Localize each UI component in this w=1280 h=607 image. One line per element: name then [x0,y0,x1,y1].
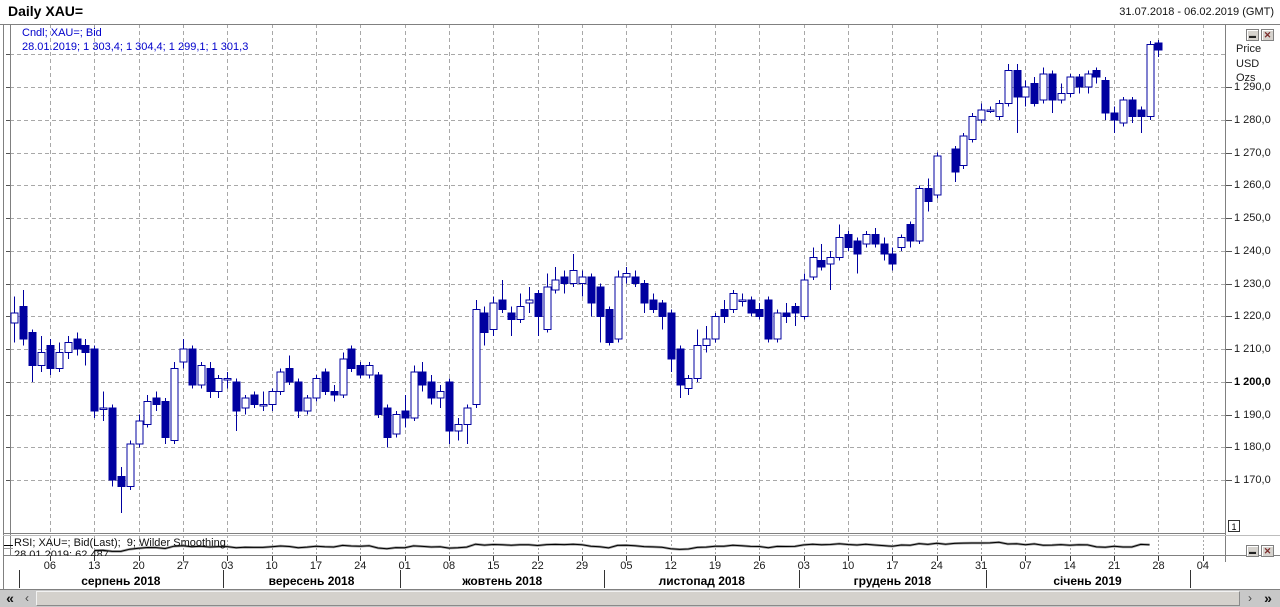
rsi-legend: RSI; XAU=; Bid(Last); 9; Wilder Smoothin… [14,537,226,549]
chart-plot-area[interactable] [0,0,1280,607]
date-tick-label: 03 [797,560,810,572]
price-tick-label: 1 210,0 [1234,343,1271,355]
price-tick-label: 1 260,0 [1234,179,1271,191]
rsi-close-icon[interactable]: ✕ [1261,545,1274,557]
axis-unit-ozs: Ozs [1236,72,1256,84]
date-tick-label: 24 [930,560,943,572]
month-label: листопад 2018 [658,574,745,588]
date-tick-label: 29 [575,560,589,572]
price-tick-label: 1 240,0 [1234,245,1271,257]
date-tick-label: 08 [442,560,456,572]
date-tick-label: 17 [886,560,899,572]
month-label: січень 2019 [1053,574,1122,588]
price-tick-label: 1 180,0 [1234,441,1271,453]
date-tick-label: 27 [176,560,190,572]
date-tick-label: 19 [708,560,722,572]
horizontal-scrollbar[interactable]: « ‹ › » [0,590,1280,607]
date-tick-label: 10 [841,560,855,572]
month-label: жовтень 2018 [462,574,543,588]
date-tick-label: 14 [1063,560,1076,572]
rsi-minimize-button[interactable]: ▬ [1246,545,1259,557]
date-tick-label: 10 [265,560,278,572]
rsi-minimize-icon: ▬ [1249,549,1256,556]
date-tick-label: 03 [221,560,234,572]
date-tick-label: 31 [974,560,988,572]
scroll-left-button[interactable]: ‹ [20,590,34,607]
scrollbar-thumb[interactable] [36,591,1240,606]
price-tick-label: 1 170,0 [1234,474,1271,486]
month-label: грудень 2018 [853,574,932,588]
minimize-icon: ▬ [1249,33,1256,40]
legend-ohlc-line: 28.01.2019; 1 303,4; 1 304,4; 1 299,1; 1… [22,41,249,53]
date-tick-label: 06 [43,560,57,572]
minimize-button[interactable]: ▬ [1246,29,1259,41]
scroll-right-button[interactable]: › [1243,590,1257,607]
date-tick-label: 05 [620,560,633,572]
price-tick-label: 1 250,0 [1234,212,1271,224]
date-tick-label: 20 [132,560,145,572]
price-axis-units: Price USD Ozs [1236,42,1261,86]
date-tick-label: 04 [1196,560,1209,572]
date-tick-label: 26 [753,560,766,572]
scroll-far-right-button[interactable]: » [1258,590,1278,607]
date-tick-label: 24 [354,560,367,572]
date-tick-label: 07 [1019,560,1032,572]
close-icon[interactable]: ✕ [1261,29,1274,41]
price-tick-label: 1 190,0 [1234,409,1271,421]
axis-unit-usd: USD [1236,57,1260,70]
date-tick-label: 01 [398,560,411,572]
date-tick-label: 15 [487,560,500,572]
date-tick-label: 22 [531,560,544,572]
date-tick-label: 13 [88,560,101,572]
axis-unit-price: Price [1236,43,1262,55]
price-tick-label: 1 280,0 [1234,114,1271,126]
month-label: серпень 2018 [81,574,161,588]
price-tick-label: 1 220,0 [1234,310,1271,322]
date-tick-label: 28 [1152,560,1165,572]
chart-window: Daily XAU= 31.07.2018 - 06.02.2019 (GMT)… [0,0,1280,607]
rsi-clipped-value-line: 28.01.2019; 62,487 [14,549,109,556]
candlestick-chart-svg [0,24,1280,590]
month-label: вересень 2018 [268,574,355,588]
date-tick-label: 21 [1108,560,1121,572]
price-tick-label: 1 270,0 [1234,147,1271,159]
date-tick-label: 17 [309,560,323,572]
scroll-far-left-button[interactable]: « [1,590,19,607]
price-tick-label: 1 230,0 [1234,278,1271,290]
rsi-smoothing-line [94,541,1150,553]
panel-number-badge: 1 [1228,520,1240,532]
chart-legend: Cndl; XAU=; Bid 28.01.2019; 1 303,4; 1 3… [22,26,248,54]
price-tick-label: 1 200,0 [1234,376,1271,388]
legend-series-line: Cndl; XAU=; Bid [22,27,102,39]
date-tick-label: 12 [664,560,677,572]
